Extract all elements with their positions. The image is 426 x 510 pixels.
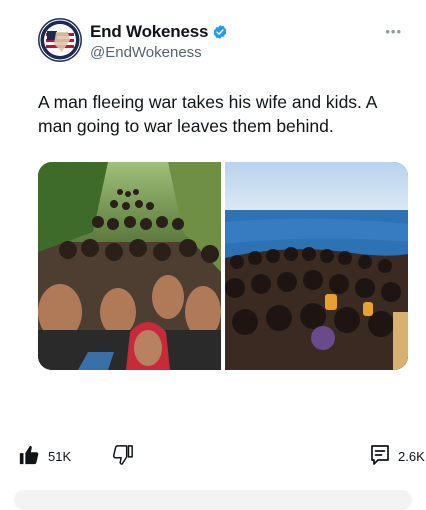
photo-crowd-street-icon[interactable] xyxy=(38,162,221,370)
dislike-button[interactable] xyxy=(112,444,134,469)
reply-bar[interactable] xyxy=(14,490,412,510)
flag-seal-logo-icon xyxy=(38,18,82,62)
name-row: End Wokeness xyxy=(90,22,228,42)
verified-badge-icon xyxy=(212,24,228,40)
comment-count: 2.6K xyxy=(398,449,425,464)
like-button[interactable]: 51K xyxy=(18,444,71,469)
comments-button[interactable]: 2.6K xyxy=(370,444,425,469)
avatar[interactable] xyxy=(38,18,82,62)
media-grid[interactable] xyxy=(38,162,408,370)
post-header: End Wokeness @EndWokeness ••• xyxy=(38,14,412,70)
thumbs-up-icon xyxy=(18,444,40,469)
like-count: 51K xyxy=(48,449,72,464)
comment-icon xyxy=(370,444,390,469)
photo-crowded-boat-sea-icon[interactable] xyxy=(225,162,408,370)
thumbs-down-icon xyxy=(112,444,134,469)
ellipsis-icon[interactable]: ••• xyxy=(385,24,402,39)
action-bar: 51K 2.6K xyxy=(0,440,426,470)
display-name[interactable]: End Wokeness xyxy=(90,22,208,42)
post-text: A man fleeing war takes his wife and kid… xyxy=(38,92,377,136)
handle[interactable]: @EndWokeness xyxy=(90,44,202,61)
